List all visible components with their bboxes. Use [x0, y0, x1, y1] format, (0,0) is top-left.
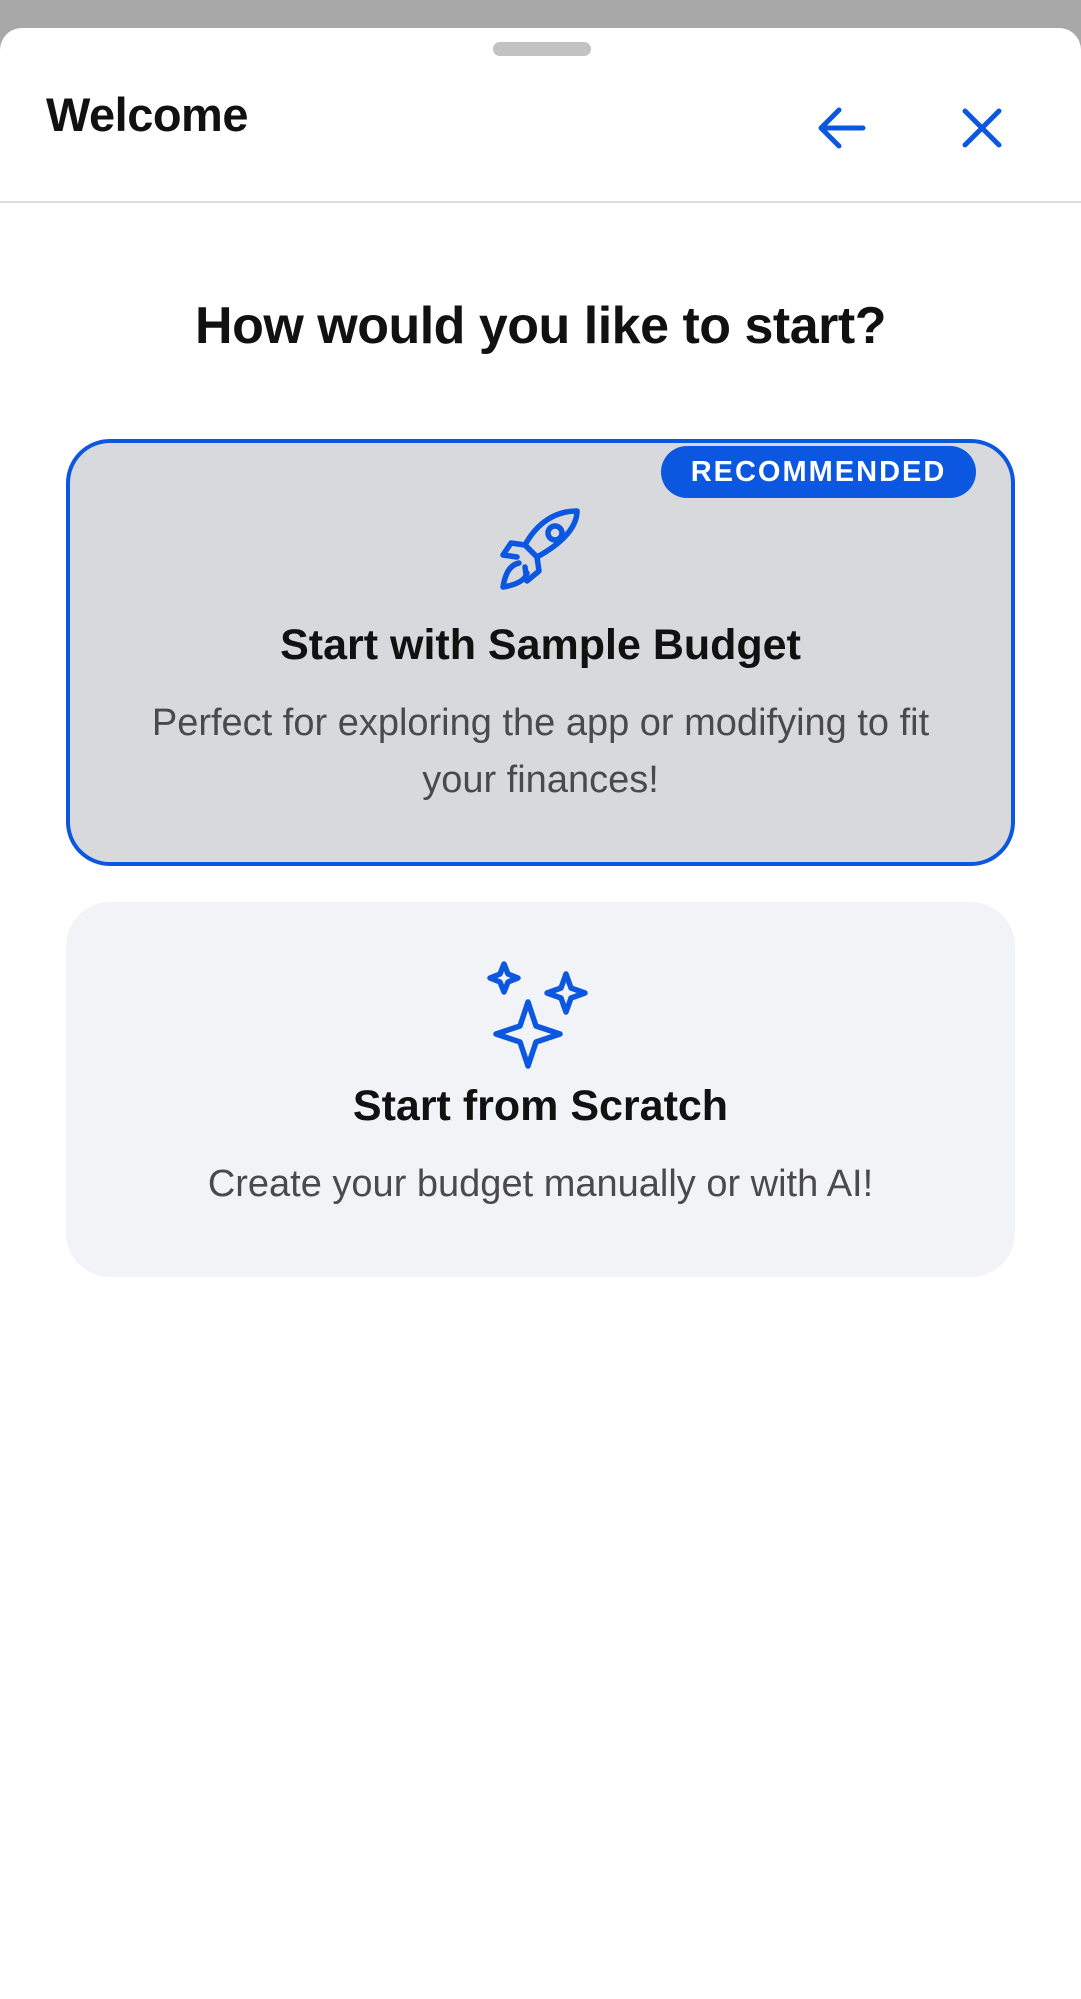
page-question: How would you like to start?: [195, 297, 886, 355]
option-title: Start from Scratch: [352, 1082, 729, 1130]
option-description: Create your budget manually or with AI!: [207, 1163, 874, 1205]
arrow-left-icon: [818, 107, 866, 149]
back-button[interactable]: [801, 88, 881, 168]
start-from-scratch-option-card[interactable]: Start from Scratch Create your budget ma…: [66, 902, 1015, 1277]
recommended-badge: RECOMMENDED: [661, 446, 976, 498]
close-button[interactable]: [942, 88, 1022, 168]
sparkles-icon: [486, 961, 588, 1069]
close-icon: [962, 108, 1002, 148]
option-description: Perfect for exploring the app or modifyi…: [151, 702, 930, 801]
sample-budget-option-card[interactable]: Start with Sample Budget Perfect for exp…: [66, 439, 1015, 866]
option-title: Start with Sample Budget: [280, 621, 801, 669]
rocket-icon: [499, 508, 580, 590]
header: Welcome: [0, 28, 1081, 203]
header-title: Welcome: [46, 88, 249, 141]
